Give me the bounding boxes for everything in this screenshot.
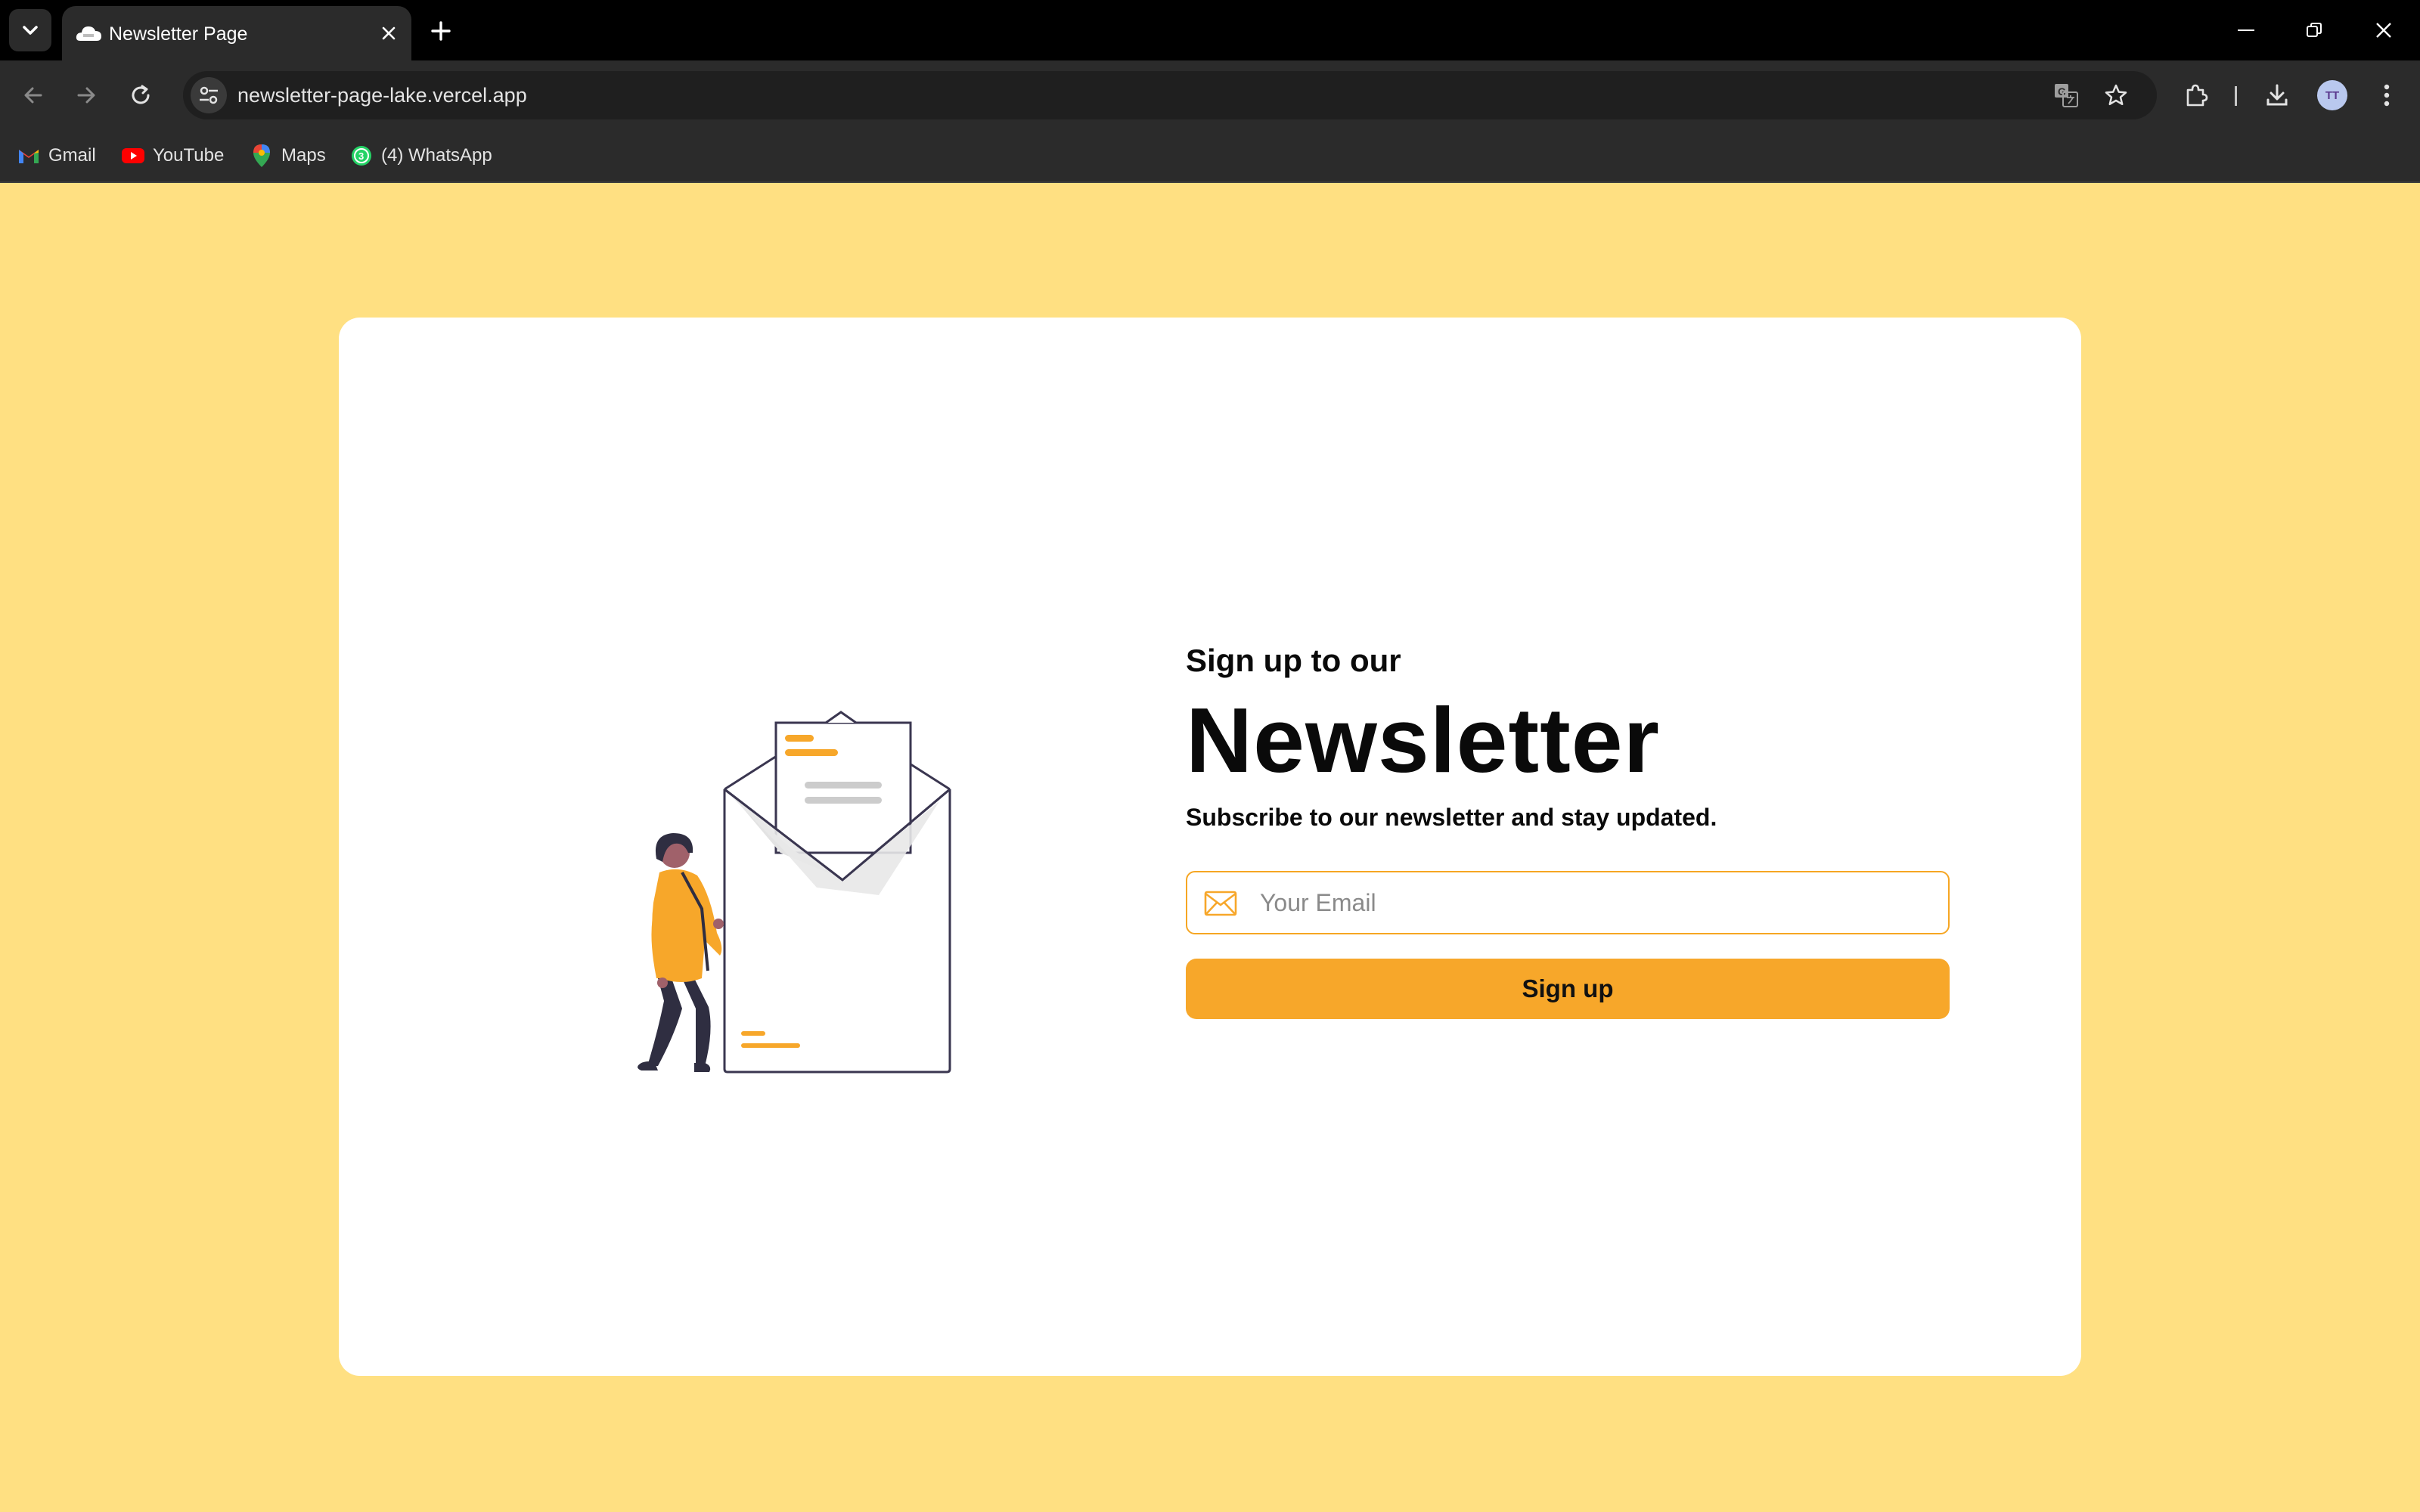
site-info-button[interactable]: [191, 77, 227, 113]
close-icon: [2376, 23, 2391, 38]
eyebrow-text: Sign up to our: [1186, 643, 1401, 678]
email-input[interactable]: [1260, 880, 1925, 925]
bookmark-youtube[interactable]: YouTube: [121, 139, 224, 172]
woman-figure-icon: [638, 833, 724, 1072]
browser-menu-button[interactable]: [2369, 77, 2405, 113]
page-viewport: Sign up to our Newsletter Subscribe to o…: [0, 183, 2420, 1512]
signup-button[interactable]: Sign up: [1186, 959, 1950, 1019]
browser-tab-active[interactable]: Newsletter Page: [62, 6, 411, 60]
bookmark-label: Maps: [281, 145, 326, 166]
tab-close-button[interactable]: [375, 20, 402, 47]
bookmark-gmail[interactable]: Gmail: [17, 139, 96, 172]
chevron-down-icon: [23, 26, 38, 35]
new-tab-button[interactable]: [424, 14, 458, 48]
bookmarks-bar: Gmail YouTube Maps 3 (4) WhatsApp: [0, 130, 2420, 183]
extensions-button[interactable]: [2178, 77, 2214, 113]
bookmark-star-button[interactable]: [2099, 79, 2133, 112]
translate-button[interactable]: G: [2049, 79, 2083, 112]
arrow-left-icon: [24, 87, 42, 104]
bookmark-label: YouTube: [153, 145, 225, 166]
address-bar[interactable]: newsletter-page-lake.vercel.app G: [183, 71, 2157, 119]
download-icon: [2266, 84, 2288, 106]
minimize-button[interactable]: [2223, 12, 2269, 48]
reload-icon: [132, 85, 150, 104]
restore-icon: [2307, 23, 2322, 37]
minimize-icon: [2238, 29, 2254, 31]
downloads-button[interactable]: [2259, 77, 2295, 113]
star-icon: [2105, 84, 2127, 106]
bookmark-whatsapp[interactable]: 3 (4) WhatsApp: [349, 139, 492, 172]
subtitle-text: Subscribe to our newsletter and stay upd…: [1186, 804, 1717, 831]
translate-icon: G: [2055, 84, 2078, 107]
tab-search-button[interactable]: [9, 9, 51, 51]
cloud-favicon-icon: [76, 26, 101, 41]
plus-icon: [431, 21, 451, 41]
gmail-icon: [17, 144, 41, 168]
back-button[interactable]: [15, 77, 51, 113]
close-window-button[interactable]: [2361, 12, 2406, 48]
bookmark-label: (4) WhatsApp: [381, 145, 492, 166]
signup-panel: Sign up to our Newsletter Subscribe to o…: [1186, 641, 1950, 1019]
toolbar-divider: [2235, 86, 2237, 106]
whatsapp-badge: 3: [358, 150, 364, 162]
arrow-right-icon: [77, 87, 95, 104]
youtube-icon: [121, 144, 145, 168]
puzzle-icon: [2186, 84, 2208, 107]
page-title: Newsletter: [1186, 689, 1661, 792]
avatar-initials: TT: [2325, 88, 2340, 102]
bookmark-maps[interactable]: Maps: [250, 139, 326, 172]
tab-title: Newsletter Page: [109, 23, 248, 45]
url-text[interactable]: newsletter-page-lake.vercel.app: [237, 83, 527, 107]
mail-icon: [1204, 891, 1237, 916]
close-icon: [382, 26, 396, 40]
newsletter-illustration: [638, 711, 954, 1074]
open-envelope-icon: [723, 711, 954, 1074]
kebab-menu-icon: [2384, 84, 2390, 107]
browser-tab-strip: Newsletter Page: [0, 0, 2420, 60]
profile-avatar[interactable]: TT: [2317, 80, 2347, 110]
forward-button[interactable]: [68, 77, 104, 113]
maps-pin-icon: [250, 144, 274, 168]
whatsapp-icon: 3: [349, 144, 374, 168]
reload-button[interactable]: [123, 77, 159, 113]
browser-toolbar: newsletter-page-lake.vercel.app G TT: [0, 60, 2420, 130]
restore-button[interactable]: [2291, 12, 2337, 48]
bookmark-label: Gmail: [48, 145, 96, 166]
email-field-wrapper[interactable]: [1186, 871, 1950, 934]
newsletter-card: Sign up to our Newsletter Subscribe to o…: [339, 318, 2081, 1376]
tune-icon: [200, 86, 218, 104]
